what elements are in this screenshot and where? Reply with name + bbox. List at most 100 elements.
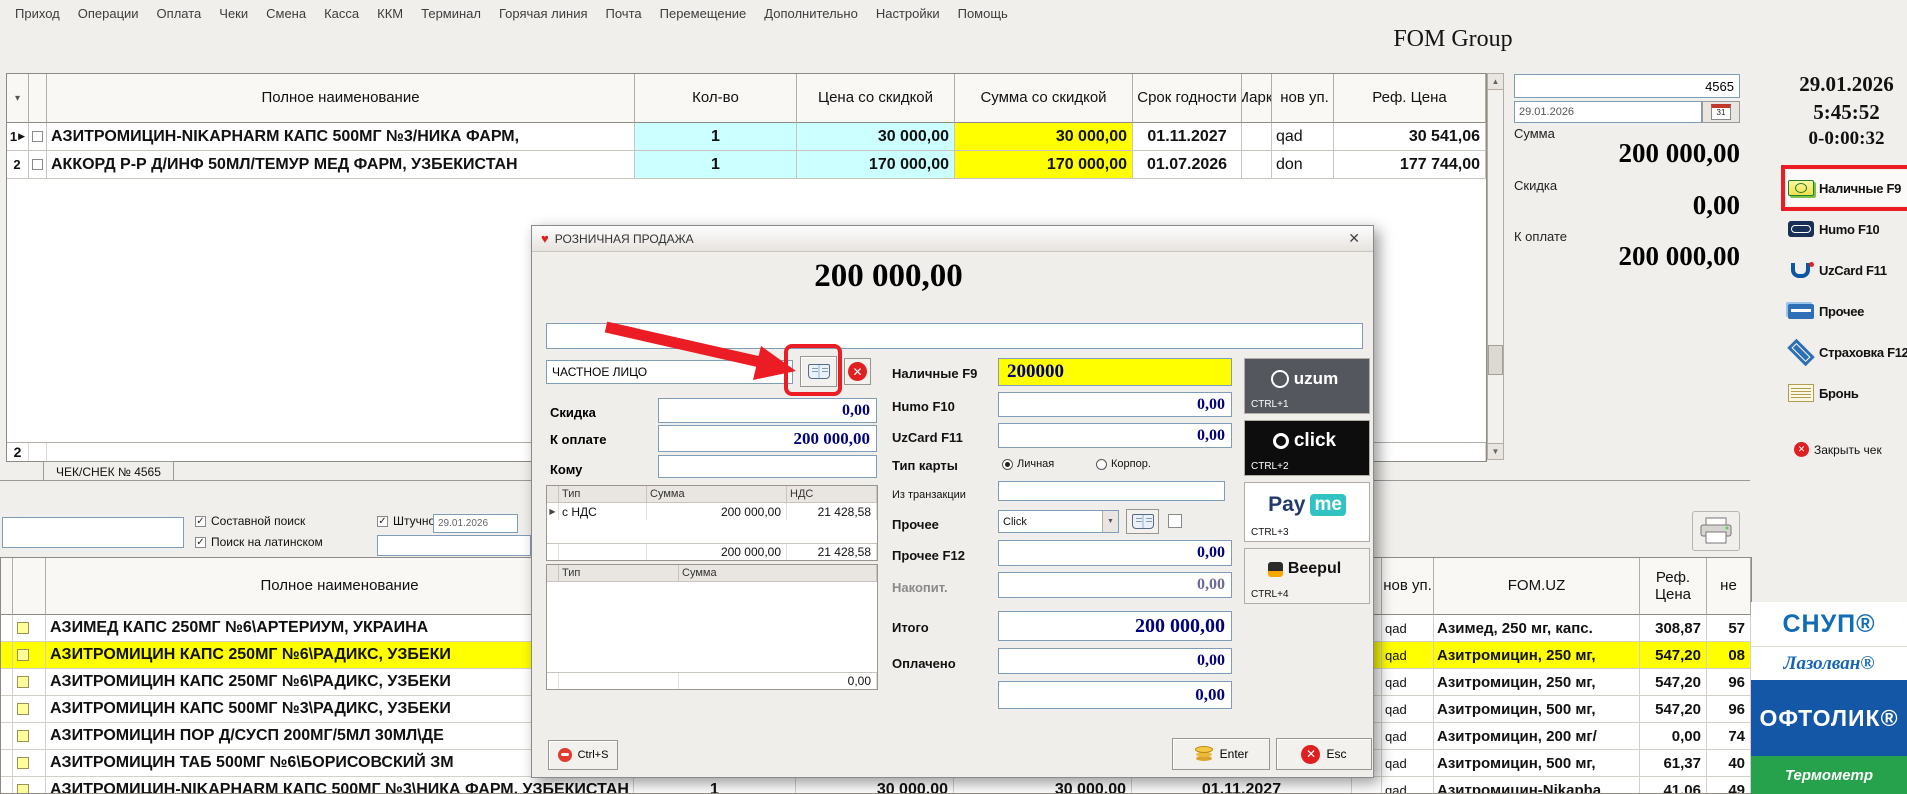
- scan-input[interactable]: [546, 323, 1363, 349]
- payment-buttons: Наличные F9 Humo F10 UzCard F11 Прочее С…: [1786, 170, 1907, 416]
- payment-method-button[interactable]: Прочее: [1786, 293, 1907, 329]
- receipt-item-row[interactable]: 2 АККОРД Р-Р Д/ИНФ 50МЛ/ТЕМУР МЕД ФАРМ, …: [7, 151, 1486, 179]
- menu-item[interactable]: Настройки: [867, 2, 949, 25]
- payment-method-button[interactable]: Наличные F9: [1786, 170, 1907, 206]
- pay-provider-button[interactable]: click CTRL+2: [1244, 420, 1370, 476]
- print-button[interactable]: [1692, 511, 1740, 551]
- accumulation-label: Накопит.: [892, 580, 948, 595]
- col-qty[interactable]: Кол-во: [635, 74, 797, 123]
- menu-item[interactable]: Приход: [6, 2, 69, 25]
- customer-lookup-button[interactable]: [800, 356, 837, 387]
- from-transaction-input[interactable]: [998, 481, 1225, 501]
- menu-item[interactable]: Дополнительно: [755, 2, 867, 25]
- menu-item[interactable]: Чеки: [210, 2, 257, 25]
- menu-item[interactable]: Помощь: [949, 2, 1017, 25]
- dialog-titlebar[interactable]: ♥ РОЗНИЧНАЯ ПРОДАЖА ✕: [532, 226, 1373, 252]
- dlg-to-input[interactable]: [658, 455, 877, 478]
- menu-item[interactable]: Горячая линия: [490, 2, 597, 25]
- close-check-button[interactable]: ✕ Закрыть чек: [1794, 442, 1882, 457]
- provider-shortcut: CTRL+1: [1245, 399, 1369, 413]
- save-button[interactable]: Ctrl+S: [548, 740, 618, 770]
- col-sum[interactable]: Сумма со скидкой: [955, 74, 1133, 123]
- receipt-number-input[interactable]: [1514, 74, 1740, 98]
- menu-item[interactable]: Терминал: [412, 2, 490, 25]
- receipt-item-row[interactable]: 1▶ АЗИТРОМИЦИН-NIKAPHARM КАПС 500МГ №3/Н…: [7, 123, 1486, 151]
- vat-col-vat: НДС: [787, 486, 877, 503]
- payment-method-button[interactable]: Бронь: [1786, 375, 1907, 411]
- menu-item[interactable]: Смена: [257, 2, 315, 25]
- accumulation-input[interactable]: [998, 572, 1232, 598]
- clear-customer-button[interactable]: ✕: [844, 358, 871, 385]
- composite-search-checkbox[interactable]: ✓ Составной поиск: [195, 514, 305, 528]
- menu-item[interactable]: Почта: [597, 2, 651, 25]
- payment-method-button[interactable]: Humo F10: [1786, 211, 1907, 247]
- col-newpack[interactable]: нов уп.: [1382, 558, 1434, 615]
- cash-input[interactable]: [998, 358, 1232, 386]
- uzcard-input[interactable]: [998, 423, 1232, 448]
- scrollbar-thumb[interactable]: [1488, 345, 1503, 375]
- col-name[interactable]: Полное наименование: [47, 74, 635, 123]
- other-f12-input[interactable]: [998, 540, 1232, 566]
- other-lookup-button[interactable]: [1126, 509, 1159, 534]
- dlg-total-input[interactable]: [998, 611, 1232, 641]
- other-checkbox[interactable]: [1168, 514, 1182, 528]
- payment-method-button[interactable]: Страховка F12: [1786, 334, 1907, 370]
- scroll-up-icon[interactable]: ▲: [1488, 74, 1503, 90]
- humo-label: Humo F10: [892, 399, 955, 414]
- col-refprice[interactable]: Реф. Цена: [1640, 558, 1707, 615]
- confirm-payment-button[interactable]: Enter: [1172, 738, 1270, 770]
- other-payment-select[interactable]: Click ▼: [998, 510, 1119, 533]
- row-flag[interactable]: [17, 703, 29, 715]
- pay-provider-button[interactable]: uzum CTRL+1: [1244, 358, 1370, 414]
- row-flag[interactable]: [17, 784, 29, 794]
- scrollbar-track[interactable]: [1488, 90, 1503, 443]
- row-flag[interactable]: [17, 757, 29, 769]
- dialog-close-icon[interactable]: ✕: [1344, 230, 1364, 247]
- row-checkbox[interactable]: [32, 131, 43, 142]
- column-options-icon[interactable]: ▾: [15, 93, 20, 104]
- row-flag[interactable]: [17, 676, 29, 688]
- latin-search-checkbox[interactable]: ✓ Поиск на латинском: [195, 535, 323, 549]
- menu-item[interactable]: Оплата: [148, 2, 211, 25]
- menu-item[interactable]: ККМ: [368, 2, 412, 25]
- dropdown-icon[interactable]: ▼: [1102, 511, 1118, 532]
- piece-date-input[interactable]: [433, 514, 518, 533]
- row-flag[interactable]: [17, 730, 29, 742]
- customer-input[interactable]: [546, 360, 793, 384]
- menu-item[interactable]: Операции: [69, 2, 148, 25]
- cancel-button[interactable]: ✕ Esc: [1276, 738, 1372, 770]
- pay-provider-button[interactable]: Payme CTRL+3: [1244, 482, 1370, 542]
- scroll-down-icon[interactable]: ▼: [1488, 443, 1503, 459]
- col-price[interactable]: Цена со скидкой: [797, 74, 955, 123]
- col-mark[interactable]: Марк.: [1242, 74, 1272, 123]
- menu-item[interactable]: Перемещение: [651, 2, 756, 25]
- card-corporate-radio[interactable]: Корпор.: [1096, 458, 1151, 470]
- receipt-date-input[interactable]: [1514, 101, 1702, 123]
- payment-method-button[interactable]: UzCard F11: [1786, 252, 1907, 288]
- table-scrollbar[interactable]: ▲ ▼: [1487, 73, 1504, 460]
- col-fomuz[interactable]: FOM.UZ: [1434, 558, 1640, 615]
- humo-input[interactable]: [998, 392, 1232, 417]
- col-ne[interactable]: не: [1707, 558, 1751, 615]
- paid-input[interactable]: [998, 648, 1232, 674]
- menu-item[interactable]: Касса: [315, 2, 368, 25]
- piece-checkbox[interactable]: ✓ Штучно: [377, 514, 435, 528]
- dlg-discount-input[interactable]: [658, 398, 877, 423]
- search-input[interactable]: [2, 517, 184, 548]
- cell-refprice: 61,37: [1640, 750, 1707, 777]
- latin-search-input[interactable]: [377, 535, 531, 556]
- check-tab[interactable]: ЧЕК/СНЕК № 4565: [43, 461, 174, 481]
- col-refprice[interactable]: Реф. Цена: [1334, 74, 1486, 123]
- card-personal-radio[interactable]: Личная: [1002, 458, 1054, 470]
- calendar-button[interactable]: 31: [1702, 101, 1740, 123]
- row-flag[interactable]: [17, 649, 29, 661]
- col-expiry[interactable]: Срок годности: [1133, 74, 1242, 123]
- change-input[interactable]: [998, 681, 1232, 709]
- row-checkbox[interactable]: [32, 159, 43, 170]
- vat-row[interactable]: ▶ с НДС 200 000,00 21 428,58: [547, 503, 877, 520]
- product-row[interactable]: АЗИТРОМИЦИН-NIKAPHARM КАПС 500МГ №3\НИКА…: [1, 777, 1751, 794]
- pay-provider-button[interactable]: Beepul CTRL+4: [1244, 548, 1370, 604]
- dlg-due-input[interactable]: [658, 425, 877, 452]
- row-flag[interactable]: [17, 622, 29, 634]
- col-newpack[interactable]: нов уп.: [1272, 74, 1334, 123]
